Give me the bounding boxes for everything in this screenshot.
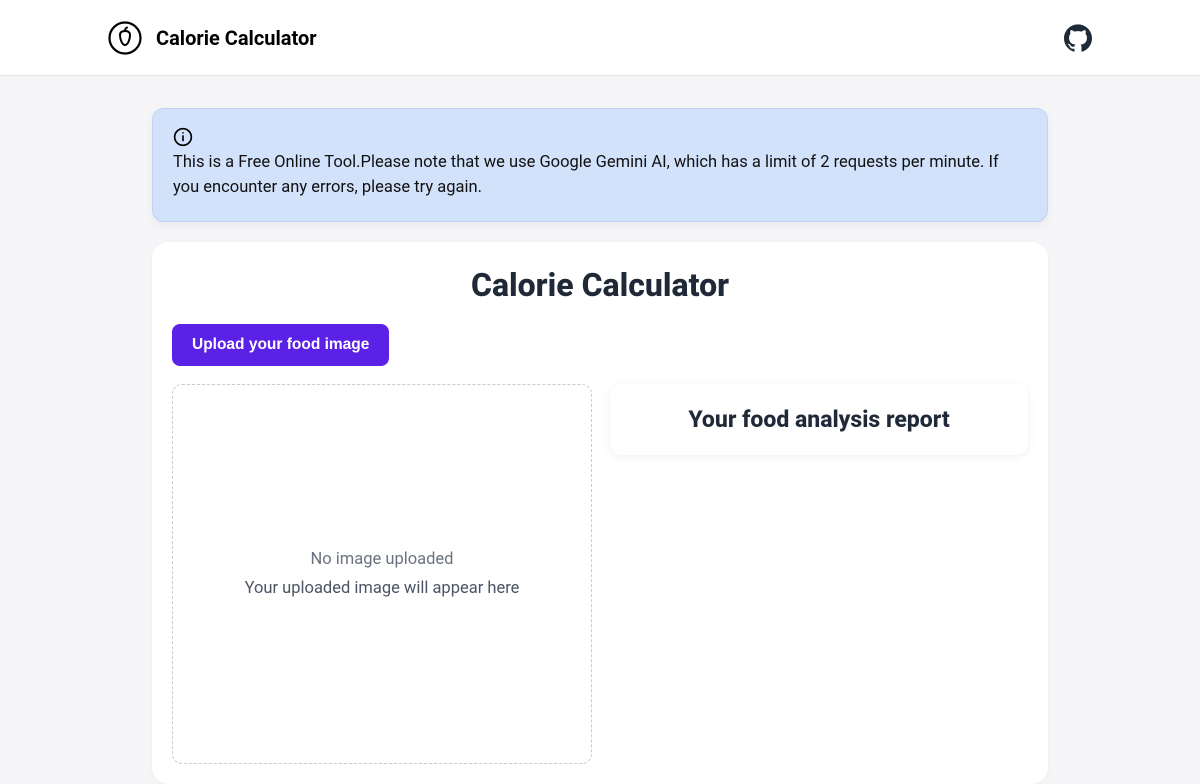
main-content: This is a Free Online Tool.Please note t…	[0, 76, 1200, 784]
report-title: Your food analysis report	[630, 406, 1008, 433]
dropzone-empty-title: No image uploaded	[311, 550, 454, 569]
info-banner: This is a Free Online Tool.Please note t…	[152, 108, 1048, 222]
info-icon	[173, 127, 1027, 147]
calculator-card: Calorie Calculator Upload your food imag…	[152, 242, 1048, 784]
image-dropzone[interactable]: No image uploaded Your uploaded image wi…	[172, 384, 592, 764]
upload-button[interactable]: Upload your food image	[172, 324, 389, 366]
app-header: Calorie Calculator	[0, 0, 1200, 76]
info-text: This is a Free Online Tool.Please note t…	[173, 151, 1027, 201]
apple-logo-icon	[108, 21, 142, 55]
content-row: No image uploaded Your uploaded image wi…	[172, 384, 1028, 764]
page-title: Calorie Calculator	[172, 266, 1028, 304]
github-icon[interactable]	[1064, 24, 1092, 52]
dropzone-empty-subtitle: Your uploaded image will appear here	[245, 579, 520, 598]
app-title: Calorie Calculator	[156, 26, 317, 50]
brand: Calorie Calculator	[108, 21, 317, 55]
report-panel: Your food analysis report	[610, 384, 1028, 455]
